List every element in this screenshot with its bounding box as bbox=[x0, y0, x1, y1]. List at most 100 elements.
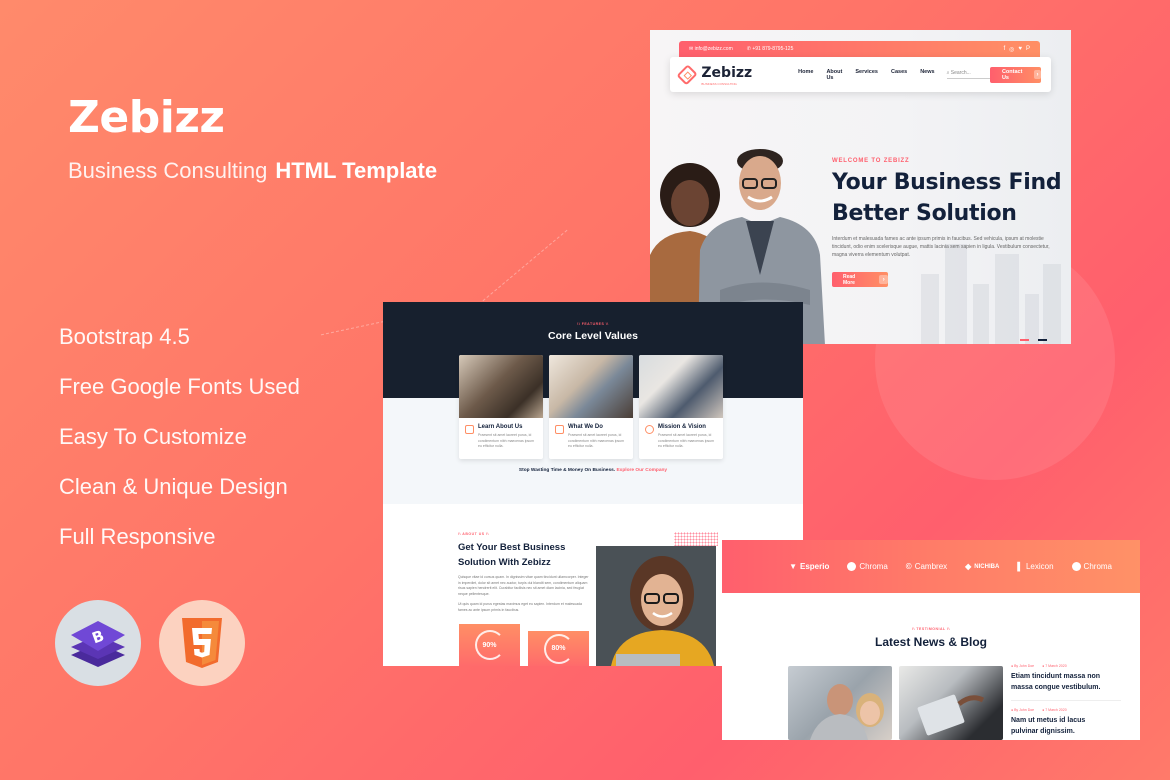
progress-ring: 90% bbox=[474, 630, 505, 660]
post-title-line: Nam ut metus id lacus bbox=[1011, 717, 1086, 724]
post-date: ● 7 March 2020 bbox=[1042, 664, 1067, 668]
feature-item: Bootstrap 4.5 bbox=[59, 324, 190, 349]
contact-us-label: Contact Us bbox=[1001, 68, 1023, 81]
stat-value: 90% bbox=[482, 641, 497, 649]
cta-text: Stop Wasting Time & Money On Business. bbox=[518, 468, 616, 473]
card-title: Mission & Vision bbox=[658, 424, 706, 430]
nav-link-home[interactable]: Home bbox=[798, 69, 813, 81]
feature-item: Full Responsive bbox=[59, 524, 216, 549]
values-title: Core Level Values bbox=[548, 330, 638, 342]
post-meta: ● By John Doe ● 7 March 2020 bbox=[1011, 708, 1131, 712]
hero-title-line: Better Solution bbox=[832, 201, 1017, 226]
card-text: Praesent sit amet laoreet purus, id cond… bbox=[658, 433, 715, 448]
nav-link-cases[interactable]: Cases bbox=[891, 69, 907, 81]
client-name: NICHIBA bbox=[974, 563, 1000, 570]
post-title-line: massa congue vestibulum. bbox=[1011, 684, 1101, 691]
post-title-line: Etiam tincidunt massa non bbox=[1011, 673, 1101, 680]
blog-preview-screenshot: ▼ Esperio Chroma © Cambrex ◆ NICHIBA ▌ Lexic… bbox=[722, 540, 1140, 740]
client-logo-lexicon: ▌ Lexicon bbox=[1017, 562, 1054, 571]
value-cards: Learn About Us Praesent sit amet laoreet… bbox=[459, 355, 723, 459]
target-icon bbox=[645, 425, 654, 434]
feature-list: Bootstrap 4.5 Free Google Fonts Used Eas… bbox=[59, 320, 300, 570]
contact-us-button[interactable]: Contact Us › bbox=[989, 66, 1041, 83]
blog-post[interactable]: ● By John Doe ● 7 March 2020 Etiam tinci… bbox=[1011, 664, 1131, 693]
author-text: By John Doe bbox=[1014, 708, 1035, 712]
arrow-right-icon: › bbox=[1033, 70, 1041, 79]
blog-post-image[interactable] bbox=[899, 666, 1003, 740]
post-author: ● By John Doe bbox=[1011, 664, 1035, 668]
value-card[interactable]: Mission & Vision Praesent sit amet laore… bbox=[639, 355, 723, 459]
email-contact[interactable]: ✉ info@zebizz.com bbox=[689, 46, 733, 52]
card-title: What We Do bbox=[568, 424, 603, 430]
twitter-icon[interactable]: ♥ bbox=[1018, 46, 1022, 53]
social-links: f ◎ ♥ P bbox=[1004, 46, 1031, 53]
hero-description: Interdum et malesuada fames ac ante ipsu… bbox=[832, 236, 1050, 258]
feature-item: Easy To Customize bbox=[59, 424, 247, 449]
dots-decoration bbox=[674, 532, 718, 546]
product-title: Zebizz bbox=[68, 92, 225, 143]
post-title[interactable]: Etiam tincidunt massa non massa congue v… bbox=[1011, 671, 1131, 693]
document-icon bbox=[465, 425, 474, 434]
client-logo-nichiba: ◆ NICHIBA bbox=[965, 562, 1000, 571]
nav-link-services[interactable]: Services bbox=[855, 69, 878, 81]
instagram-icon[interactable]: ◎ bbox=[1009, 46, 1014, 53]
client-name: Esperio bbox=[799, 562, 830, 571]
card-text: Praesent sit amet laoreet purus, id cond… bbox=[478, 433, 535, 448]
logo-text: Zebizz bbox=[701, 64, 753, 81]
post-title[interactable]: Nam ut metus id lacus pulvinar dignissim… bbox=[1011, 715, 1131, 737]
site-navbar: Zebizz BUSINESS CONSULTING Home About Us… bbox=[670, 57, 1051, 92]
stat-card: 90% bbox=[459, 624, 520, 666]
feature-item: Free Google Fonts Used bbox=[59, 374, 300, 399]
lightbulb-icon bbox=[555, 425, 564, 434]
client-logos-bar: ▼ Esperio Chroma © Cambrex ◆ NICHIBA ▌ Lexic… bbox=[722, 540, 1140, 593]
client-logo-esperio: ▼ Esperio bbox=[789, 562, 830, 571]
decorative-dashed-line bbox=[482, 229, 568, 302]
bootstrap-badge: B bbox=[55, 600, 141, 686]
value-card[interactable]: Learn About Us Praesent sit amet laoreet… bbox=[459, 355, 543, 459]
explore-cta: Stop Wasting Time & Money On Business. E… bbox=[383, 468, 803, 473]
author-text: By John Doe bbox=[1014, 664, 1035, 668]
html5-badge bbox=[159, 600, 245, 686]
presentation-photo bbox=[549, 355, 633, 418]
explore-company-link[interactable]: Explore Our Company bbox=[616, 468, 667, 473]
facebook-icon[interactable]: f bbox=[1004, 46, 1006, 53]
subtitle-bold: HTML Template bbox=[275, 158, 438, 183]
nav-link-about[interactable]: About Us bbox=[826, 69, 842, 81]
slider-navigation[interactable] bbox=[1020, 339, 1047, 341]
blog-post-image[interactable] bbox=[788, 666, 892, 740]
client-name: Chroma bbox=[859, 562, 888, 571]
client-name: Chroma bbox=[1083, 562, 1112, 571]
read-more-button[interactable]: Read More › bbox=[832, 272, 888, 287]
bootstrap-logo-icon: B bbox=[71, 621, 125, 667]
pinterest-icon[interactable]: P bbox=[1026, 46, 1030, 53]
chroma-logo-icon bbox=[1071, 562, 1081, 571]
search-placeholder: Search... bbox=[950, 70, 971, 76]
site-logo[interactable]: Zebizz BUSINESS CONSULTING bbox=[701, 64, 752, 86]
slider-next[interactable] bbox=[1038, 339, 1047, 341]
read-more-label: Read More bbox=[843, 273, 856, 286]
nav-link-news[interactable]: News bbox=[920, 69, 934, 81]
client-logo-chroma: Chroma bbox=[1071, 562, 1112, 571]
html5-logo-icon bbox=[182, 618, 222, 668]
about-paragraph: Ut quis quam id purus egestas maximus eg… bbox=[458, 602, 582, 612]
arrow-right-icon: › bbox=[879, 275, 888, 284]
hero-content: WELCOME TO ZEBIZZ Your Business Find Bet… bbox=[832, 158, 1062, 287]
about-title: Get Your Best Business Solution With Zeb… bbox=[458, 540, 590, 570]
search-input[interactable]: ⌕ Search... bbox=[946, 70, 990, 79]
client-name: Lexicon bbox=[1025, 562, 1054, 571]
divider bbox=[1011, 700, 1121, 701]
value-card[interactable]: What We Do Praesent sit amet laoreet pur… bbox=[549, 355, 633, 459]
blog-post[interactable]: ● By John Doe ● 7 March 2020 Nam ut metu… bbox=[1011, 708, 1131, 737]
phone-contact[interactable]: ✆ +91 879-8795-125 bbox=[747, 46, 794, 52]
phone-text: +91 879-8795-125 bbox=[752, 46, 794, 52]
about-section: \\ ABOUT US \\ Get Your Best Business So… bbox=[458, 532, 590, 613]
post-author: ● By John Doe bbox=[1011, 708, 1035, 712]
blog-heading: \\ TESTIMONIAL \\ Latest News & Blog bbox=[722, 627, 1140, 649]
card-title: Learn About Us bbox=[478, 424, 523, 430]
office-team-photo bbox=[810, 684, 884, 740]
about-title-line: Solution With Zebizz bbox=[458, 557, 551, 568]
woman-laptop-photo bbox=[596, 546, 716, 666]
product-subtitle: Business Consulting HTML Template bbox=[68, 158, 437, 184]
date-text: 7 March 2020 bbox=[1045, 708, 1067, 712]
slider-prev[interactable] bbox=[1020, 339, 1029, 341]
